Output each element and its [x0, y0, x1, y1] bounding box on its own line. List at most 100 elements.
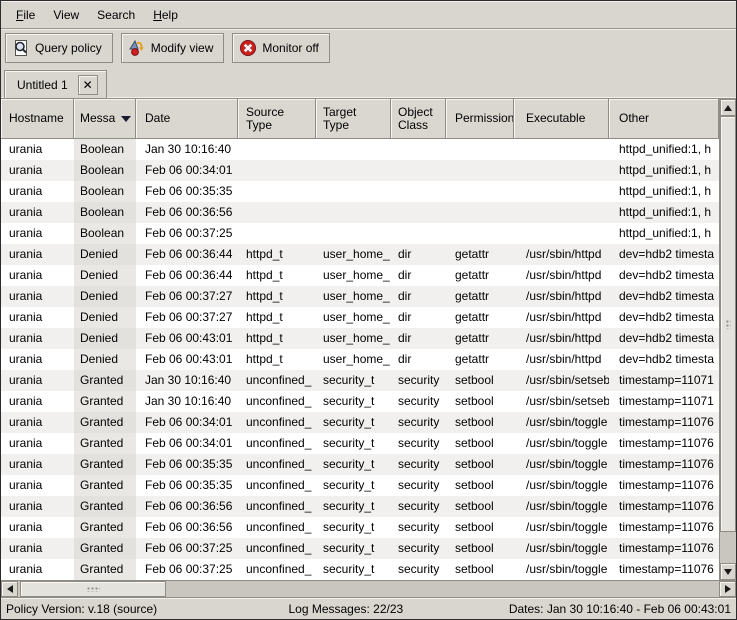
table-row[interactable]: uraniaBooleanFeb 06 00:36:56httpd_unifie… — [1, 202, 719, 223]
policy-version-text: Policy Version: v.18 (source) — [6, 602, 233, 616]
table-row[interactable]: uraniaGrantedFeb 06 00:35:35unconfined_s… — [1, 454, 719, 475]
menu-item-help[interactable]: Help — [144, 4, 187, 26]
horizontal-scrollbar-track[interactable] — [18, 581, 719, 597]
table-cell: security_t — [316, 454, 391, 475]
column-header-permission[interactable]: Permission — [446, 99, 514, 139]
column-header-date[interactable]: Date — [136, 99, 238, 139]
table-cell: security — [391, 538, 446, 559]
column-header-messa[interactable]: Messa — [74, 99, 136, 139]
table-cell: timestamp=11076 — [609, 475, 719, 496]
table-cell: unconfined_ — [238, 559, 316, 580]
table-row[interactable]: uraniaDeniedFeb 06 00:43:01httpd_tuser_h… — [1, 328, 719, 349]
table-cell: security_t — [316, 475, 391, 496]
table-cell: user_home_ — [316, 265, 391, 286]
table-cell: setbool — [446, 370, 514, 391]
table-cell: Feb 06 00:43:01 — [136, 328, 238, 349]
table-row[interactable]: uraniaGrantedFeb 06 00:37:25unconfined_s… — [1, 538, 719, 559]
table-row[interactable]: uraniaBooleanFeb 06 00:34:01httpd_unifie… — [1, 160, 719, 181]
table-cell: urania — [1, 265, 74, 286]
horizontal-scrollbar[interactable] — [1, 580, 736, 597]
menu-item-file[interactable]: File — [7, 4, 44, 26]
vertical-scrollbar-track[interactable] — [720, 116, 736, 563]
dates-text: Dates: Jan 30 10:16:40 - Feb 06 00:43:01 — [459, 602, 731, 616]
sort-desc-icon — [121, 116, 131, 122]
table-row[interactable]: uraniaBooleanJan 30 10:16:40httpd_unifie… — [1, 139, 719, 160]
up-arrow-icon — [724, 105, 732, 111]
table-row[interactable]: uraniaGrantedFeb 06 00:34:01unconfined_s… — [1, 433, 719, 454]
monitor-off-button[interactable]: Monitor off — [232, 33, 329, 63]
scroll-down-button[interactable] — [720, 563, 736, 580]
table-cell: unconfined_ — [238, 496, 316, 517]
table-cell: Granted — [74, 517, 136, 538]
table-cell: urania — [1, 517, 74, 538]
table-cell — [391, 202, 446, 223]
column-header-object-class[interactable]: Object Class — [391, 99, 446, 139]
table-row[interactable]: uraniaDeniedFeb 06 00:37:27httpd_tuser_h… — [1, 307, 719, 328]
menu-item-search[interactable]: Search — [88, 4, 144, 26]
scroll-up-button[interactable] — [720, 99, 736, 116]
table-cell: urania — [1, 412, 74, 433]
table-cell: timestamp=11076 — [609, 496, 719, 517]
table-row[interactable]: uraniaGrantedFeb 06 00:36:56unconfined_s… — [1, 496, 719, 517]
table-row[interactable]: uraniaGrantedFeb 06 00:37:25unconfined_s… — [1, 559, 719, 580]
table-cell: Feb 06 00:36:44 — [136, 265, 238, 286]
table-cell: unconfined_ — [238, 391, 316, 412]
table-cell: urania — [1, 139, 74, 160]
table-row[interactable]: uraniaBooleanFeb 06 00:35:35httpd_unifie… — [1, 181, 719, 202]
table-cell — [446, 139, 514, 160]
table-cell — [514, 139, 609, 160]
vertical-scrollbar[interactable] — [719, 99, 736, 580]
table-cell: urania — [1, 349, 74, 370]
query-policy-button[interactable]: Query policy — [5, 33, 113, 63]
table-cell: timestamp=11071 — [609, 391, 719, 412]
table-cell: Granted — [74, 496, 136, 517]
table-cell: Feb 06 00:35:35 — [136, 454, 238, 475]
table-cell — [316, 202, 391, 223]
table-cell: Jan 30 10:16:40 — [136, 139, 238, 160]
table-cell: Feb 06 00:34:01 — [136, 433, 238, 454]
table-cell: dir — [391, 265, 446, 286]
table-row[interactable]: uraniaGrantedFeb 06 00:36:56unconfined_s… — [1, 517, 719, 538]
table-row[interactable]: uraniaDeniedFeb 06 00:36:44httpd_tuser_h… — [1, 244, 719, 265]
table-row[interactable]: uraniaDeniedFeb 06 00:43:01httpd_tuser_h… — [1, 349, 719, 370]
scroll-right-button[interactable] — [719, 581, 736, 597]
table-row[interactable]: uraniaBooleanFeb 06 00:37:25httpd_unifie… — [1, 223, 719, 244]
table-cell — [446, 181, 514, 202]
tab-close-button[interactable]: ✕ — [78, 75, 98, 95]
table-cell: security_t — [316, 559, 391, 580]
column-header-source-type[interactable]: Source Type — [238, 99, 316, 139]
table-row[interactable]: uraniaGrantedFeb 06 00:35:35unconfined_s… — [1, 475, 719, 496]
table-row[interactable]: uraniaGrantedJan 30 10:16:40unconfined_s… — [1, 391, 719, 412]
table-row[interactable]: uraniaDeniedFeb 06 00:37:27httpd_tuser_h… — [1, 286, 719, 307]
table-cell: getattr — [446, 349, 514, 370]
table-cell: urania — [1, 433, 74, 454]
table-row[interactable]: uraniaDeniedFeb 06 00:36:44httpd_tuser_h… — [1, 265, 719, 286]
table-cell: urania — [1, 307, 74, 328]
table-cell — [391, 160, 446, 181]
table-cell — [391, 181, 446, 202]
column-header-hostname[interactable]: Hostname — [1, 99, 74, 139]
table-cell: urania — [1, 496, 74, 517]
table-row[interactable]: uraniaGrantedFeb 06 00:34:01unconfined_s… — [1, 412, 719, 433]
vertical-scrollbar-thumb[interactable] — [720, 116, 736, 532]
menu-item-view[interactable]: View — [44, 4, 88, 26]
column-header-other[interactable]: Other — [609, 99, 719, 139]
left-arrow-icon — [7, 585, 13, 593]
column-header-executable[interactable]: Executable — [514, 99, 609, 139]
table-cell: Feb 06 00:37:27 — [136, 307, 238, 328]
table-cell: /usr/sbin/httpd — [514, 349, 609, 370]
toolbar: Query policy Modify view Mo — [1, 29, 736, 67]
table-row[interactable]: uraniaGrantedJan 30 10:16:40unconfined_s… — [1, 370, 719, 391]
log-view: HostnameMessaDateSource TypeTarget Type O… — [1, 98, 736, 580]
column-header-label: Executable — [526, 112, 585, 125]
scroll-left-button[interactable] — [1, 581, 18, 597]
column-header-target-type[interactable]: Target Type — [316, 99, 391, 139]
table-cell: security — [391, 454, 446, 475]
tab-untitled-1[interactable]: Untitled 1 ✕ — [4, 70, 107, 98]
close-icon: ✕ — [83, 78, 93, 92]
column-header-label: Object Class — [398, 106, 433, 132]
horizontal-scrollbar-thumb[interactable] — [20, 581, 166, 597]
shapes-arrow-icon — [128, 39, 146, 57]
modify-view-button[interactable]: Modify view — [121, 33, 225, 63]
table-cell: security_t — [316, 538, 391, 559]
